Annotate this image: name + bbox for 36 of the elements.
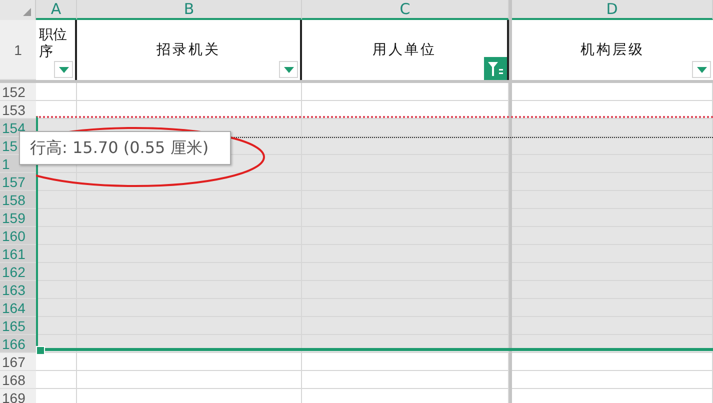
row-number[interactable]: 168 bbox=[0, 371, 36, 389]
tooltip: 行高: 15.70 (0.55 厘米) bbox=[19, 131, 231, 165]
row-number[interactable]: 153 bbox=[0, 101, 36, 119]
row-number[interactable]: 1 bbox=[0, 20, 36, 80]
select-all-corner[interactable] bbox=[0, 0, 36, 20]
row-number[interactable]: 161 bbox=[0, 245, 36, 263]
row-number[interactable]: 157 bbox=[0, 173, 36, 191]
filter-applied-button[interactable] bbox=[484, 57, 507, 80]
filter-dropdown-button[interactable] bbox=[692, 61, 711, 78]
row-number[interactable]: 163 bbox=[0, 281, 36, 299]
row-number[interactable]: 158 bbox=[0, 191, 36, 209]
corner-triangle-icon bbox=[23, 8, 31, 16]
header-cell-text: 招录机关 bbox=[156, 41, 220, 60]
caret-icon bbox=[58, 66, 68, 72]
header-cell-text: 机构层级 bbox=[580, 41, 644, 60]
header-cell-text: 职位序 bbox=[39, 27, 67, 61]
row-number[interactable]: 164 bbox=[0, 299, 36, 317]
row-number[interactable]: 160 bbox=[0, 227, 36, 245]
row-number[interactable]: 166 bbox=[0, 335, 36, 353]
fill-handle[interactable] bbox=[36, 346, 45, 355]
funnel-icon bbox=[488, 62, 503, 76]
row-number[interactable]: 159 bbox=[0, 209, 36, 227]
header-cell-text: 用人单位 bbox=[372, 41, 436, 60]
caret-icon bbox=[696, 66, 706, 72]
column-header[interactable]: C bbox=[302, 0, 509, 20]
column-header[interactable]: A bbox=[36, 0, 77, 20]
column-header[interactable]: B bbox=[77, 0, 302, 20]
filter-dropdown-button[interactable] bbox=[279, 61, 298, 78]
row-number[interactable]: 152 bbox=[0, 83, 36, 101]
row-number[interactable]: 165 bbox=[0, 317, 36, 335]
column-header[interactable]: D bbox=[512, 0, 713, 20]
filter-dropdown-button[interactable] bbox=[54, 61, 73, 78]
row-number[interactable]: 167 bbox=[0, 353, 36, 371]
caret-icon bbox=[284, 66, 294, 72]
row-number[interactable]: 162 bbox=[0, 263, 36, 281]
row-number[interactable]: 169 bbox=[0, 389, 36, 403]
